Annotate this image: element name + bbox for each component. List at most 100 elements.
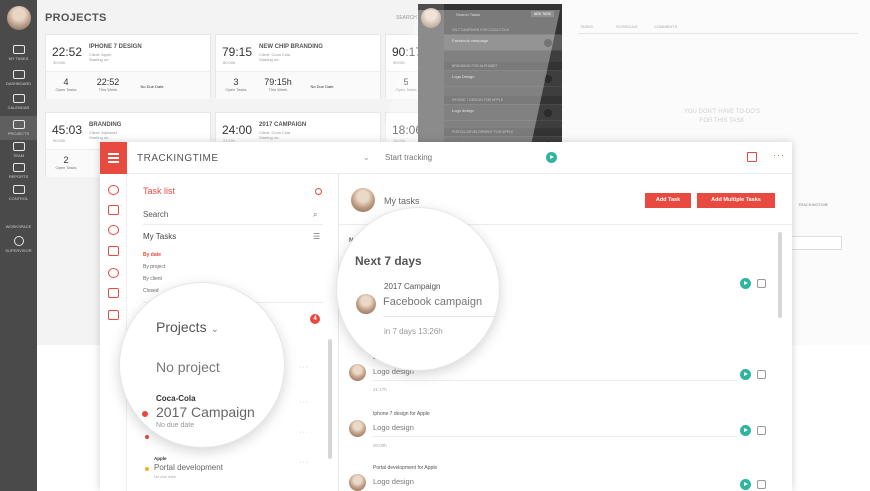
- divider: [383, 316, 499, 317]
- icon-rail: [100, 174, 127, 491]
- supervisor-icon: [13, 236, 24, 246]
- avatar[interactable]: [7, 6, 31, 30]
- nav-team[interactable]: TEAM: [0, 142, 37, 158]
- view-closed[interactable]: Closed: [143, 288, 159, 294]
- tab-tasks[interactable]: TASKS: [580, 24, 593, 29]
- timer-icon[interactable]: [108, 185, 119, 195]
- card-start: Starting on:: [89, 135, 110, 140]
- play-icon[interactable]: [740, 479, 751, 490]
- my-tasks-title: My tasks: [384, 196, 420, 206]
- play-icon[interactable]: [544, 109, 552, 117]
- start-tracking-input[interactable]: [385, 153, 545, 162]
- stat-open-tasks: 3 Open Tasks: [225, 77, 247, 92]
- project-item-portal[interactable]: Portal development: [154, 463, 223, 472]
- task-list-title: Task list: [143, 186, 176, 196]
- task-name[interactable]: Logo design: [373, 423, 414, 432]
- nav-dashboard[interactable]: DASHBOARD: [0, 70, 37, 86]
- nav-reports[interactable]: REPORTS: [0, 163, 37, 179]
- task-name-facebook-campaign[interactable]: Facebook campaign: [383, 296, 482, 308]
- quick-section: 2017 CAMPAIGN FOR COCA COLA: [444, 26, 562, 35]
- empty-todos-message: YOU DON'T HAVE TO-DO'S FOR THIS TASK: [683, 109, 761, 124]
- nav-supervisor[interactable]: SUPERVISOR: [0, 236, 37, 253]
- card-time: 79:15: [222, 45, 253, 59]
- card-name: NEW CHIP BRANDING: [259, 44, 323, 50]
- chevron-down-icon[interactable]: ⌄: [363, 153, 370, 162]
- task-checkbox[interactable]: [757, 480, 766, 489]
- view-by-project[interactable]: By project: [143, 264, 165, 270]
- project-item-2017-campaign[interactable]: 2017 Campaign: [156, 404, 255, 420]
- magnifier-projects: Projects ⌄ No project Coca-Cola 2017 Camp…: [120, 283, 284, 447]
- play-icon[interactable]: [544, 75, 552, 83]
- projects-count-badge: 4: [310, 314, 320, 324]
- quick-task-row[interactable]: Logo Design: [444, 71, 562, 87]
- item-menu-icon[interactable]: ···: [299, 459, 309, 466]
- view-by-date[interactable]: By date: [143, 252, 161, 258]
- nav-calendar[interactable]: CALENDAR: [0, 94, 37, 110]
- tab-comments[interactable]: COMMENTS: [654, 24, 677, 29]
- calendar-icon[interactable]: [108, 246, 119, 256]
- stat-this-week: 22:52 This Week: [96, 77, 120, 92]
- play-icon[interactable]: [546, 152, 557, 163]
- task-project: Portal development for Apple: [373, 465, 438, 471]
- card-stats: 4 Open Tasks 22:52 This Week No Due Date: [46, 71, 210, 99]
- item-menu-icon[interactable]: ···: [299, 429, 309, 436]
- stat-this-week: 79:15h This Week: [264, 77, 292, 92]
- search-icon[interactable]: ⌕: [313, 210, 317, 220]
- card-stats: 3 Open Tasks 79:15h This Week No Due Date: [216, 71, 380, 99]
- card-name: BRANDING: [89, 122, 122, 128]
- background-sidebar: MY TASKS DASHBOARD CALENDAR PROJECTS TEA…: [0, 0, 37, 491]
- nav-control[interactable]: CONTROL: [0, 185, 37, 201]
- menu-button[interactable]: [100, 142, 127, 174]
- view-by-client[interactable]: By client: [143, 276, 162, 282]
- quick-search[interactable]: Search Tasks: [456, 12, 480, 17]
- quick-task-row[interactable]: Facebook campaign: [444, 35, 562, 51]
- play-icon[interactable]: [740, 425, 751, 436]
- divider: [143, 224, 323, 225]
- task-checkbox[interactable]: [757, 279, 766, 288]
- card-time-sub: 30:00h: [53, 60, 66, 65]
- nav-my-tasks[interactable]: MY TASKS: [0, 45, 37, 61]
- calendar-icon[interactable]: [747, 152, 757, 162]
- nav-projects[interactable]: PROJECTS: [0, 116, 37, 140]
- more-menu-icon[interactable]: ···: [773, 150, 785, 160]
- item-menu-icon[interactable]: ···: [299, 399, 309, 406]
- projects-dropdown[interactable]: Projects ⌄: [156, 319, 219, 335]
- task-checkbox[interactable]: [757, 370, 766, 379]
- task-name[interactable]: Logo design: [373, 477, 414, 486]
- project-card-iphone7[interactable]: 22:52 30:00h IPHONE 7 DESIGN Client: App…: [45, 34, 211, 99]
- stat-open-tasks: 4 Open Tasks: [55, 77, 77, 92]
- item-menu-icon[interactable]: ···: [299, 364, 309, 371]
- card-time-sub: 80:00h: [223, 60, 236, 65]
- project-color-dot: [142, 411, 148, 417]
- task-checkbox[interactable]: [757, 426, 766, 435]
- avatar[interactable]: [421, 8, 441, 28]
- nav-workspace[interactable]: WORKSPACE: [0, 224, 37, 229]
- tab-schedule[interactable]: SCHEDULE: [616, 24, 638, 29]
- projects-search-label[interactable]: SEARCH: [396, 15, 417, 21]
- client-name: Apple: [154, 456, 167, 461]
- clock-icon[interactable]: [108, 225, 119, 235]
- my-tasks-item[interactable]: My Tasks: [143, 232, 176, 241]
- magnifier-next-7-days: Next 7 days 2017 Campaign Facebook campa…: [337, 208, 499, 370]
- play-icon[interactable]: [740, 278, 751, 289]
- search-input[interactable]: [143, 210, 303, 219]
- quick-task-row[interactable]: Logo design: [444, 105, 562, 121]
- dashboard-icon[interactable]: [108, 205, 119, 215]
- play-icon[interactable]: [740, 369, 751, 380]
- reports-icon[interactable]: [108, 288, 119, 298]
- sidebar-scrollbar[interactable]: [328, 339, 332, 459]
- no-project-item[interactable]: No project: [156, 359, 220, 375]
- filter-icon[interactable]: ☰: [313, 232, 320, 241]
- project-card-chip-branding[interactable]: 79:15 80:00h NEW CHIP BRANDING Client: C…: [215, 34, 381, 99]
- add-task-button[interactable]: Add Task: [645, 193, 691, 208]
- quick-add-button[interactable]: ADD TASK: [530, 11, 554, 17]
- add-multiple-tasks-button[interactable]: Add Multiple Tasks: [697, 193, 775, 208]
- tasks-scrollbar[interactable]: [778, 232, 782, 318]
- card-start: Starting on:: [259, 135, 280, 140]
- folder-icon[interactable]: [108, 310, 119, 320]
- avatar[interactable]: [351, 188, 375, 212]
- user-icon[interactable]: [108, 268, 119, 278]
- brand-logo: TRACKINGTIME: [137, 153, 219, 164]
- circle-icon[interactable]: [315, 188, 322, 195]
- play-icon[interactable]: [544, 39, 552, 47]
